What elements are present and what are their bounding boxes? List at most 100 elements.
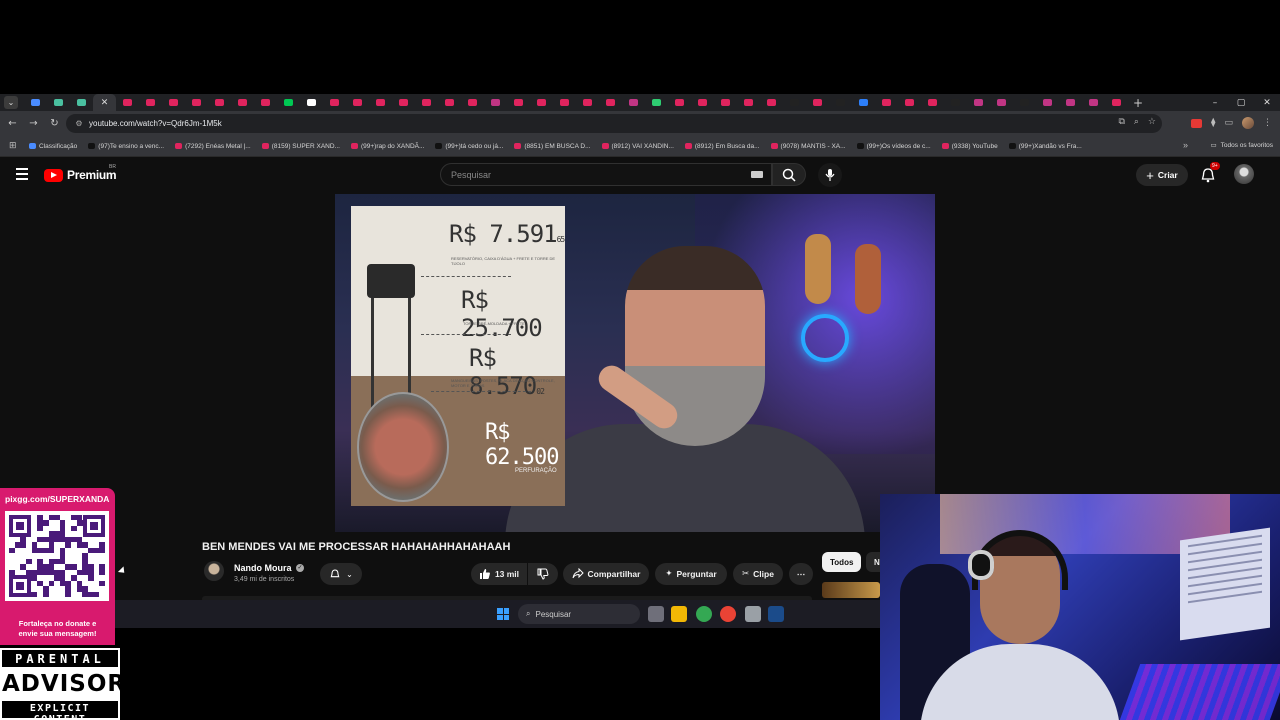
guide-menu-icon[interactable] <box>16 168 28 180</box>
bookmark-item[interactable]: (7292) Enéas Metal |... <box>175 143 251 150</box>
browser-tab[interactable] <box>737 94 760 111</box>
bookmark-item[interactable]: Classificação <box>29 143 77 150</box>
browser-tab[interactable] <box>599 94 622 111</box>
sidebar-icon[interactable]: ▭ <box>1224 118 1233 128</box>
bookmark-item[interactable]: (97)Te ensino a venc... <box>88 143 164 150</box>
browser-tab[interactable] <box>231 94 254 111</box>
extension-icon[interactable] <box>1191 118 1203 128</box>
search-input[interactable]: Pesquisar <box>440 163 772 186</box>
browser-tab[interactable] <box>300 94 323 111</box>
browser-tab[interactable] <box>438 94 461 111</box>
browser-tab[interactable] <box>921 94 944 111</box>
forward-button[interactable]: → <box>23 111 44 136</box>
bookmark-item[interactable]: (9078) MANTIS - XA... <box>770 143 846 150</box>
like-button[interactable]: 13 mil <box>471 563 527 585</box>
browser-tab[interactable] <box>668 94 691 111</box>
zoom-icon[interactable]: ⌕ <box>1134 117 1139 127</box>
account-avatar[interactable] <box>1234 164 1254 184</box>
profile-avatar[interactable] <box>1242 117 1254 129</box>
bookmark-item[interactable]: (99+)Os vídeos de c... <box>856 143 931 150</box>
keyboard-icon[interactable] <box>751 171 763 178</box>
new-tab-button[interactable]: + <box>1128 96 1148 110</box>
browser-tab[interactable] <box>461 94 484 111</box>
browser-tab[interactable] <box>346 94 369 111</box>
subscription-bell-button[interactable]: ⌄ <box>320 563 362 585</box>
voice-search-button[interactable] <box>818 163 842 187</box>
browser-tab[interactable] <box>208 94 231 111</box>
browser-tab[interactable] <box>369 94 392 111</box>
reload-button[interactable]: ↻ <box>44 111 65 136</box>
chrome-alt-icon[interactable] <box>720 606 736 622</box>
browser-tab[interactable] <box>530 94 553 111</box>
steam-icon[interactable] <box>768 606 784 622</box>
bookmark-item[interactable]: (99+)tá cedo ou já... <box>435 143 503 150</box>
browser-tab[interactable] <box>691 94 714 111</box>
browser-menu-icon[interactable]: ⋮ <box>1263 118 1272 128</box>
browser-tab[interactable] <box>1059 94 1082 111</box>
browser-tab[interactable] <box>875 94 898 111</box>
bookmark-star-icon[interactable]: ☆ <box>1148 117 1156 127</box>
browser-tab[interactable] <box>760 94 783 111</box>
task-view-icon[interactable] <box>648 606 664 622</box>
browser-tab[interactable] <box>990 94 1013 111</box>
browser-tab[interactable] <box>622 94 645 111</box>
browser-tab[interactable] <box>714 94 737 111</box>
video-player[interactable]: R$ 7.59165 RESERVATÓRIO, CAIXA D'ÁGUA + … <box>335 194 935 532</box>
browser-tab[interactable] <box>806 94 829 111</box>
browser-tab[interactable] <box>277 94 300 111</box>
browser-tab[interactable] <box>323 94 346 111</box>
browser-tab[interactable] <box>254 94 277 111</box>
bookmark-item[interactable]: (9338) YouTube <box>941 143 998 150</box>
dislike-button[interactable] <box>528 563 558 585</box>
browser-tab[interactable] <box>507 94 530 111</box>
address-bar[interactable]: ⚙ youtube.com/watch?v=Qdr6Jm-1M5k ⧉ ⌕ ☆ <box>66 114 1162 133</box>
chrome-icon[interactable] <box>696 606 712 622</box>
bookmarks-overflow-icon[interactable]: » <box>1183 140 1188 150</box>
browser-tab[interactable] <box>162 94 185 111</box>
chip-all[interactable]: Todos <box>822 552 862 572</box>
clip-button[interactable]: ✂ Clipe <box>733 563 783 585</box>
create-button[interactable]: + Criar <box>1136 164 1188 186</box>
site-info-icon[interactable]: ⚙ <box>69 119 89 128</box>
browser-tab[interactable] <box>47 94 70 111</box>
share-button[interactable]: Compartilhar <box>563 563 649 585</box>
file-explorer-icon[interactable] <box>671 606 687 622</box>
all-bookmarks-button[interactable]: ▭ Todos os favoritos <box>1210 141 1273 150</box>
browser-tab[interactable] <box>116 94 139 111</box>
browser-tab[interactable] <box>24 94 47 111</box>
browser-tab[interactable] <box>967 94 990 111</box>
close-window-button[interactable]: ✕ <box>1254 94 1280 111</box>
browser-tab[interactable] <box>139 94 162 111</box>
more-actions-button[interactable]: ⋯ <box>789 563 813 585</box>
search-button[interactable] <box>772 163 806 186</box>
browser-tab[interactable] <box>415 94 438 111</box>
settings-icon[interactable] <box>745 606 761 622</box>
browser-tab[interactable] <box>1013 94 1036 111</box>
browser-tab[interactable] <box>783 94 806 111</box>
bookmark-item[interactable]: (99+)rap do XANDÃ... <box>350 143 424 150</box>
taskbar-search-input[interactable]: ⌕ Pesquisar <box>518 604 640 624</box>
tab-search-button[interactable]: ⌄ <box>4 96 18 109</box>
browser-tab[interactable] <box>484 94 507 111</box>
apps-grid-icon[interactable]: ⊞ <box>9 141 29 151</box>
browser-tab[interactable] <box>1082 94 1105 111</box>
browser-tab[interactable] <box>553 94 576 111</box>
extensions-puzzle-icon[interactable]: ⧫ <box>1211 118 1215 128</box>
browser-tab[interactable] <box>1036 94 1059 111</box>
recommended-video-thumbnail[interactable] <box>822 582 880 598</box>
active-tab[interactable]: ✕ <box>93 94 116 111</box>
close-tab-icon[interactable]: ✕ <box>101 98 109 108</box>
back-button[interactable]: ← <box>2 111 23 136</box>
browser-tab[interactable] <box>576 94 599 111</box>
bookmark-item[interactable]: (8912) Em Busca da... <box>684 143 760 150</box>
bookmark-item[interactable]: (99+)Xandão vs Fra... <box>1008 143 1082 150</box>
ask-button[interactable]: ✦ Perguntar <box>655 563 727 585</box>
browser-tab[interactable] <box>1105 94 1128 111</box>
install-app-icon[interactable]: ⧉ <box>1118 117 1124 127</box>
channel-name[interactable]: Nando Moura <box>234 563 292 573</box>
browser-tab[interactable] <box>185 94 208 111</box>
browser-tab[interactable] <box>70 94 93 111</box>
bookmark-item[interactable]: (8159) SUPER XAND... <box>261 143 340 150</box>
browser-tab[interactable] <box>944 94 967 111</box>
bookmark-item[interactable]: (8912) VAI XANDIN... <box>601 143 674 150</box>
